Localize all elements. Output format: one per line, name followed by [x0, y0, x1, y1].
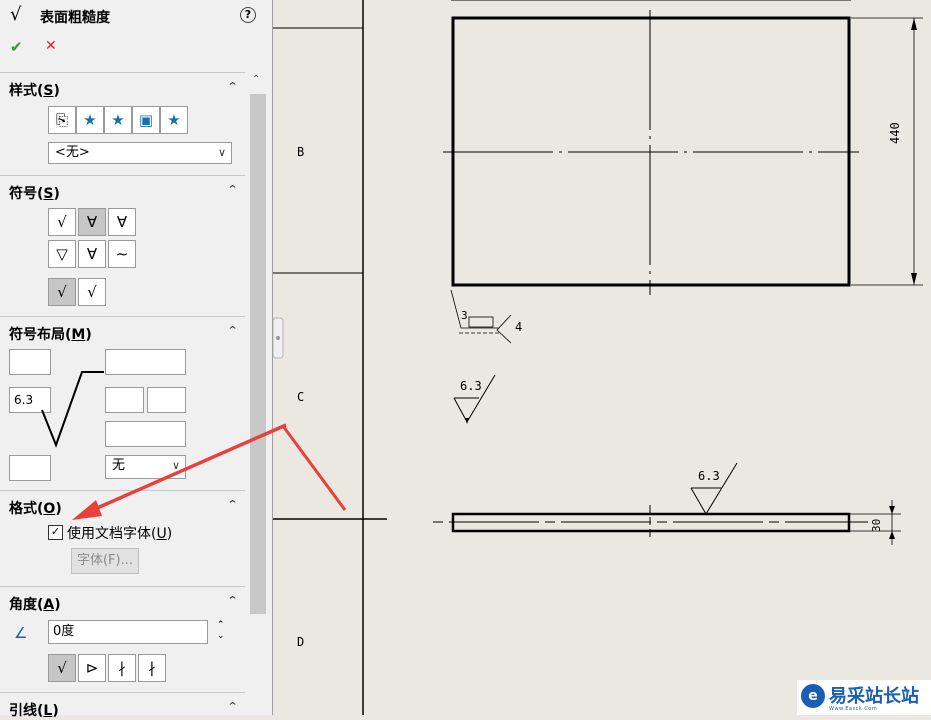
divider: [0, 490, 245, 491]
symbol-machining-prohibited-icon[interactable]: ∀: [108, 208, 136, 236]
chevron-up-icon[interactable]: ⌃: [227, 183, 239, 196]
chevron-up-icon[interactable]: ⌃: [227, 700, 239, 713]
chevron-down-icon: ∨: [217, 146, 226, 159]
style-load-icon[interactable]: ★: [160, 106, 188, 134]
weld-size-right[interactable]: 4: [515, 320, 522, 334]
layout-field-lower[interactable]: [105, 421, 186, 447]
layout-field-mid-a[interactable]: [105, 387, 144, 413]
drawing-sheet[interactable]: [273, 0, 931, 715]
section-layout-title[interactable]: 符号布局(M): [9, 324, 92, 344]
layout-field-bottom-left[interactable]: [9, 455, 51, 481]
section-style-title[interactable]: 样式(S): [9, 80, 60, 100]
chevron-up-icon: ⌃: [252, 74, 261, 85]
symbol-local-icon[interactable]: √: [48, 278, 76, 306]
use-document-font-label: 使用文档字体(U): [67, 526, 173, 542]
roughness-value-2[interactable]: 6.3: [698, 469, 720, 483]
rotation-reverse-icon[interactable]: ∤: [138, 654, 166, 682]
chevron-down-icon: ∨: [171, 459, 180, 472]
section-leader-title[interactable]: 引线(L): [9, 700, 59, 720]
scrollbar-thumb[interactable]: [250, 94, 266, 614]
symbol-jis-basic-icon[interactable]: ▽: [48, 240, 76, 268]
angle-spinner-icon[interactable]: ⌃ ⌄: [217, 620, 225, 642]
divider: [0, 692, 245, 693]
chevron-up-icon[interactable]: ⌃: [227, 594, 239, 607]
style-add-icon[interactable]: ★: [76, 106, 104, 134]
divider: [0, 586, 245, 587]
zone-label-c: C: [297, 390, 305, 404]
style-delete-icon[interactable]: ★: [104, 106, 132, 134]
surface-finish-icon: √: [10, 4, 22, 25]
symbol-jis-machining-icon[interactable]: ∀: [78, 240, 106, 268]
rotation-perpendicular-icon[interactable]: ∤: [108, 654, 136, 682]
panel-header: √ 表面粗糙度 ? ✔ ✕: [0, 0, 271, 70]
panel-title: 表面粗糙度: [40, 10, 110, 26]
font-button[interactable]: 字体(F)...: [71, 548, 139, 574]
angle-input[interactable]: 0度: [48, 620, 208, 644]
zone-label-d: D: [297, 635, 305, 649]
symbol-machining-required-icon[interactable]: ∀: [78, 208, 106, 236]
rotation-0-icon[interactable]: √: [48, 654, 76, 682]
property-manager-panel: √ 表面粗糙度 ? ✔ ✕ 样式(S) ⌃ ⎘ ★ ★ ▣ ★ <无> ∨ 符号(…: [0, 0, 273, 719]
symbol-all-around-icon[interactable]: √: [78, 278, 106, 306]
roughness-symbol-diagram: [41, 371, 104, 448]
dimension-thickness[interactable]: 30: [870, 519, 883, 532]
divider: [0, 316, 245, 317]
section-symbol-title[interactable]: 符号(S): [9, 183, 60, 203]
chevron-up-icon[interactable]: ⌃: [227, 80, 239, 93]
symbol-basic-icon[interactable]: √: [48, 208, 76, 236]
symbol-jis-nomachining-icon[interactable]: ∼: [108, 240, 136, 268]
roughness-value-1[interactable]: 6.3: [460, 379, 482, 393]
section-format-title[interactable]: 格式(O): [9, 498, 62, 518]
watermark-icon: e: [801, 684, 825, 708]
layout-field-top-right[interactable]: [105, 349, 186, 375]
style-save-icon[interactable]: ▣: [132, 106, 160, 134]
dimension-height[interactable]: 440: [888, 122, 902, 144]
style-update-icon[interactable]: ⎘: [48, 106, 76, 134]
divider: [0, 175, 245, 176]
angle-icon: ∠: [14, 624, 28, 642]
chevron-up-icon[interactable]: ⌃: [227, 498, 239, 511]
style-select[interactable]: <无> ∨: [48, 142, 232, 164]
weld-size-left[interactable]: 3: [461, 309, 468, 322]
chevron-up-icon[interactable]: ⌃: [227, 324, 239, 337]
cancel-button[interactable]: ✕: [45, 38, 57, 54]
divider: [0, 72, 245, 73]
watermark-logo: e 易采站长站 Www.Easck.Com: [797, 680, 931, 715]
zone-label-b: B: [297, 145, 305, 159]
rotation-90-icon[interactable]: ⊳: [78, 654, 106, 682]
section-angle-title[interactable]: 角度(A): [9, 594, 61, 614]
lay-direction-select[interactable]: 无 ∨: [105, 455, 186, 479]
use-document-font-checkbox[interactable]: ✓: [48, 525, 63, 540]
help-icon[interactable]: ?: [240, 7, 256, 23]
layout-field-mid-b[interactable]: [147, 387, 186, 413]
panel-scrollbar[interactable]: ⌃: [248, 72, 268, 715]
ok-button[interactable]: ✔: [10, 38, 23, 56]
